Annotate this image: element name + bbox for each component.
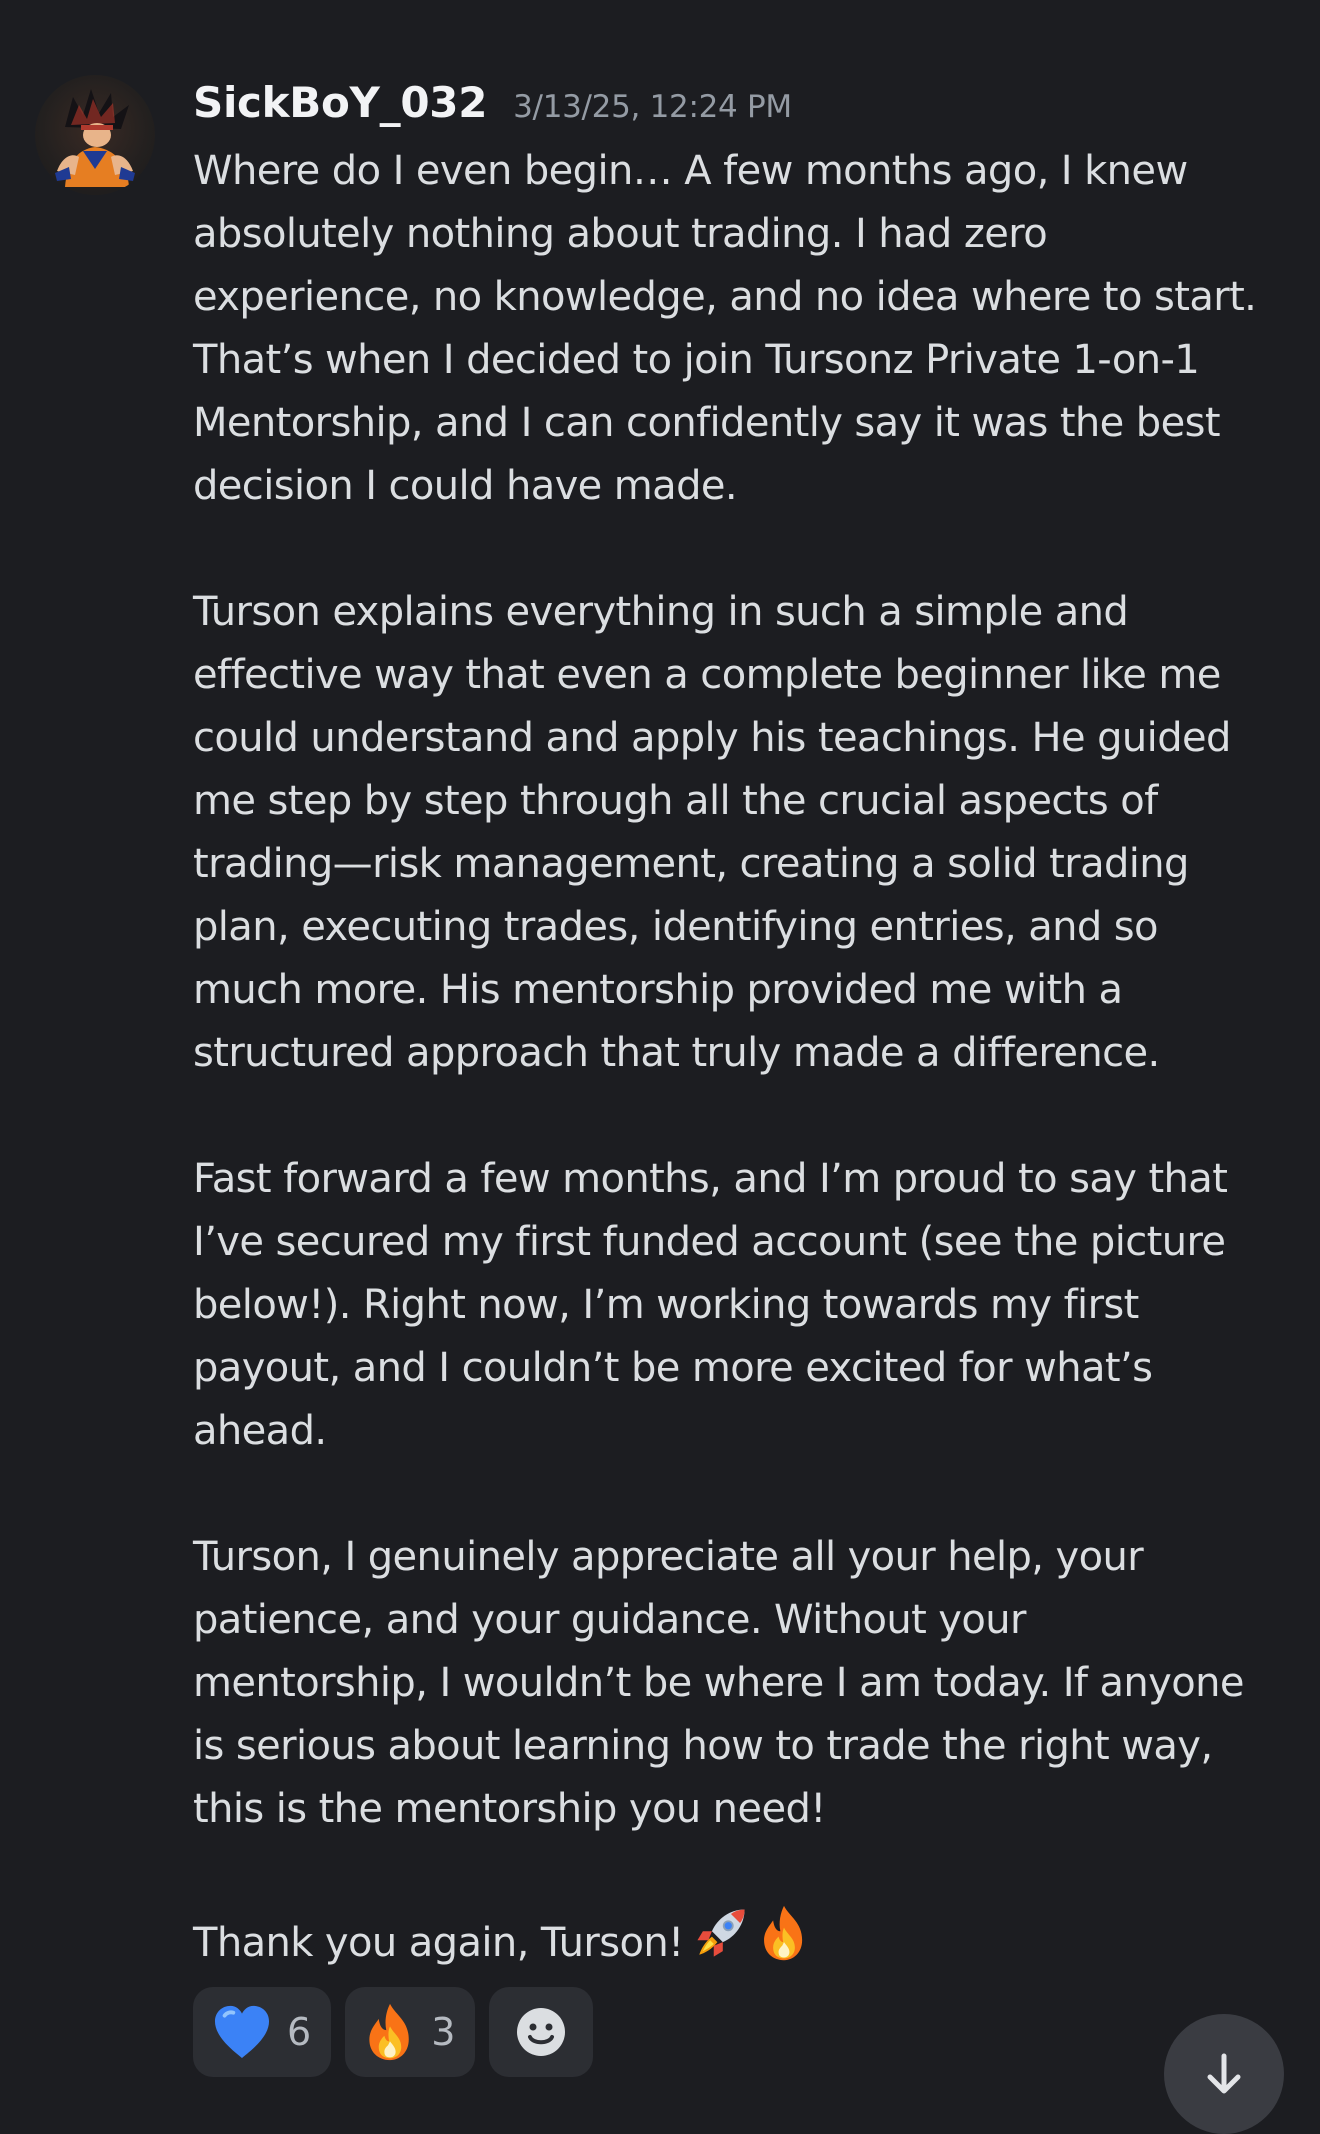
text-line: is serious about learning how to trade t… <box>193 1723 1213 1769</box>
message-paragraph: Where do I even begin… A few months ago,… <box>193 140 1303 518</box>
text-line: plan, executing trades, identifying entr… <box>193 904 1159 950</box>
message-body: Where do I even begin… A few months ago,… <box>193 140 1303 1981</box>
text-line: patience, and your guidance. Without you… <box>193 1597 1026 1643</box>
closing-line: Thank you again, Turson! <box>193 1904 1303 1981</box>
text-line: could understand and apply his teachings… <box>193 715 1231 761</box>
reactions-bar: 6 3 <box>193 1987 594 2077</box>
blue-heart-icon <box>211 2004 273 2060</box>
text-line: absolutely nothing about trading. I had … <box>193 211 1048 257</box>
text-line: experience, no knowledge, and no idea wh… <box>193 274 1257 320</box>
smiley-icon <box>515 2006 567 2058</box>
fire-icon <box>363 2002 417 2062</box>
reaction-blue-heart[interactable]: 6 <box>193 1987 332 2077</box>
text-line: me step by step through all the crucial … <box>193 778 1158 824</box>
rocket-icon <box>692 1904 750 1981</box>
arrow-down-icon <box>1200 2014 1248 2102</box>
text-line: mentorship, I wouldn’t be where I am tod… <box>193 1660 1244 1706</box>
text-line: decision I could have made. <box>193 463 738 509</box>
timestamp: 3/13/25, 12:24 PM <box>513 89 792 125</box>
message-paragraph: Turson, I genuinely appreciate all your … <box>193 1526 1303 1841</box>
message-paragraph: Fast forward a few months, and I’m proud… <box>193 1148 1303 1463</box>
closing-text: Thank you again, Turson! <box>193 1920 684 1966</box>
text-line: Mentorship, and I can confidently say it… <box>193 400 1221 446</box>
reaction-fire[interactable]: 3 <box>345 1987 476 2077</box>
fire-icon <box>758 1904 810 1981</box>
text-line: Turson, I genuinely appreciate all your … <box>193 1534 1144 1580</box>
message-header: SickBoY_032 3/13/25, 12:24 PM <box>193 78 792 138</box>
text-line: below!). Right now, I’m working towards … <box>193 1282 1139 1328</box>
chat-message: SickBoY_032 3/13/25, 12:24 PM Where do I… <box>0 0 1320 2134</box>
message-paragraph: Thank you again, Turson! <box>193 1904 1303 1981</box>
text-line: Where do I even begin… A few months ago,… <box>193 148 1188 194</box>
text-line: this is the mentorship you need! <box>193 1786 826 1832</box>
text-line: Turson explains everything in such a sim… <box>193 589 1129 635</box>
text-line: structured approach that truly made a di… <box>193 1030 1160 1076</box>
text-line: ahead. <box>193 1408 327 1454</box>
username[interactable]: SickBoY_032 <box>193 78 487 127</box>
text-line: That’s when I decided to join Tursonz Pr… <box>193 337 1200 383</box>
text-line: effective way that even a complete begin… <box>193 652 1221 698</box>
text-line: payout, and I couldn’t be more excited f… <box>193 1345 1153 1391</box>
text-line: much more. His mentorship provided me wi… <box>193 967 1123 1013</box>
jump-to-bottom-button[interactable] <box>1164 2014 1284 2134</box>
reaction-count: 3 <box>431 2010 456 2054</box>
reaction-count: 6 <box>287 2010 312 2054</box>
avatar[interactable] <box>35 75 155 195</box>
add-reaction-button[interactable] <box>489 1987 594 2077</box>
text-line: Fast forward a few months, and I’m proud… <box>193 1156 1228 1202</box>
text-line: trading—risk management, creating a soli… <box>193 841 1189 887</box>
message-paragraph: Turson explains everything in such a sim… <box>193 581 1303 1085</box>
text-line: I’ve secured my first funded account (se… <box>193 1219 1226 1265</box>
avatar-image <box>55 89 135 187</box>
